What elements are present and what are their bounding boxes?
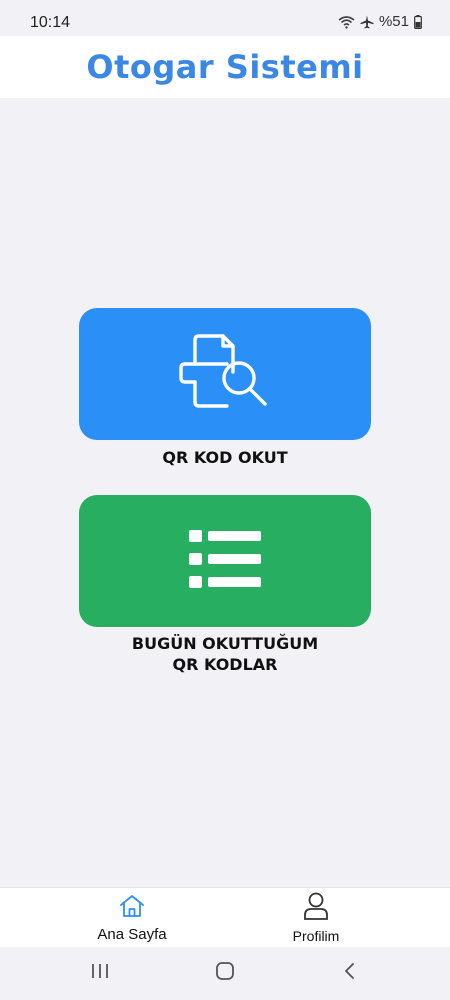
system-navigation-bar [0, 947, 450, 1000]
todays-qr-codes-label: BUGÜN OKUTTUĞUM QR KODLAR [0, 633, 450, 675]
scan-qr-button[interactable] [79, 308, 371, 440]
todays-qr-codes-label-line2: QR KODLAR [172, 655, 278, 674]
app-header: Otogar Sistemi [0, 36, 450, 98]
todays-qr-codes-button[interactable] [79, 495, 371, 627]
back-icon [342, 961, 358, 986]
nav-item-profile[interactable]: Profilim [266, 888, 366, 948]
recent-apps-icon [90, 962, 110, 985]
wifi-icon [338, 15, 355, 29]
nav-label-profile: Profilim [292, 928, 340, 944]
status-icons: %51 [338, 13, 422, 30]
nav-label-home: Ana Sayfa [97, 925, 167, 943]
home-circle-icon [214, 960, 236, 987]
battery-icon [414, 14, 422, 29]
status-time: 10:14 [30, 14, 71, 31]
list-icon [187, 528, 263, 595]
back-button[interactable] [320, 947, 380, 1000]
status-bar: 10:14 %51 [0, 0, 450, 36]
nav-item-home[interactable]: Ana Sayfa [82, 888, 182, 948]
document-search-icon [177, 333, 273, 415]
bottom-navigation: Ana Sayfa Profilim [0, 887, 450, 947]
todays-qr-codes-label-line1: BUGÜN OKUTTUĞUM [131, 634, 319, 653]
home-icon [119, 894, 145, 923]
battery-text: %51 [378, 13, 409, 30]
page-title: Otogar Sistemi [86, 48, 364, 86]
scan-qr-label: QR KOD OKUT [162, 448, 288, 467]
recent-apps-button[interactable] [70, 947, 130, 1000]
system-home-button[interactable] [195, 947, 255, 1000]
user-icon [303, 892, 329, 925]
airplane-mode-icon [360, 15, 374, 29]
